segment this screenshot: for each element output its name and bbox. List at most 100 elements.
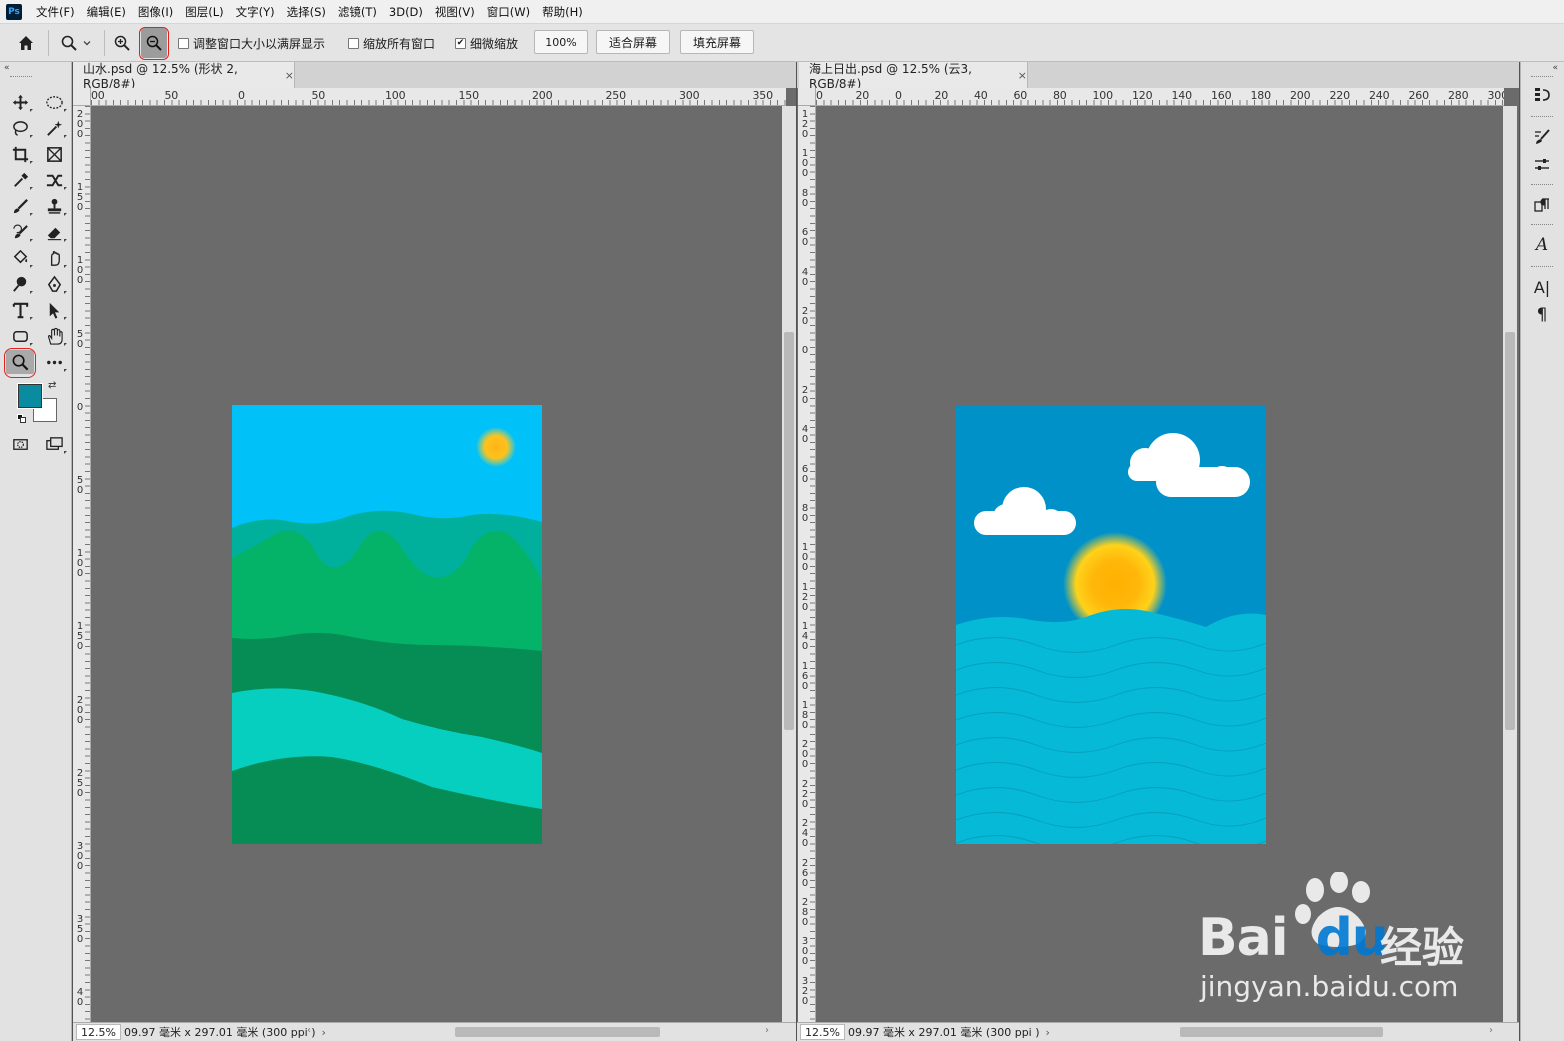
resize-windows-checkbox[interactable]: 调整窗口大小以满屏显示 (178, 24, 325, 62)
history-brush-tool[interactable] (6, 220, 34, 244)
menu-3d[interactable]: 3D(D) (383, 0, 429, 24)
ruler-tick-label: 260 (801, 857, 809, 889)
zoom-level-field[interactable]: 12.5% (800, 1024, 845, 1040)
lasso-tool[interactable] (6, 116, 34, 140)
glyphs-button[interactable]: A (1529, 232, 1555, 258)
horizontal-scrollbar-thumb[interactable] (455, 1027, 660, 1037)
ruler-origin[interactable] (798, 88, 816, 106)
paint-bucket-tool[interactable] (6, 246, 34, 270)
horizontal-ruler: 00 50 0 50 100 150 200 250 300 350 (91, 88, 786, 106)
menu-type[interactable]: 文字(Y) (230, 0, 281, 24)
scrubby-zoom-checkbox[interactable]: ✔ 细微缩放 (455, 24, 518, 62)
canvas-area[interactable] (816, 106, 1503, 1022)
tool-preset-picker[interactable] (60, 24, 92, 62)
menu-window[interactable]: 窗口(W) (481, 0, 536, 24)
zoom-in-button[interactable] (113, 24, 131, 62)
path-selection-tool[interactable] (40, 298, 68, 322)
canvas-area[interactable] (91, 106, 782, 1022)
fit-screen-button[interactable]: 适合屏幕 (596, 30, 670, 54)
ruler-tick-label: 40 (801, 424, 809, 446)
resize-windows-label: 调整窗口大小以满屏显示 (193, 36, 326, 51)
vertical-scrollbar[interactable] (782, 106, 796, 1022)
paragraph-styles-button[interactable] (1529, 192, 1555, 218)
content-aware-move-tool[interactable] (40, 168, 68, 192)
scroll-right-icon[interactable]: › (765, 1025, 769, 1036)
ruler-tick-label: 200 (801, 739, 809, 771)
chevron-right-icon[interactable]: › (1046, 1026, 1050, 1039)
tools-panel: « ⇄ (0, 62, 72, 1041)
scrollbar-thumb[interactable] (784, 332, 794, 730)
ruler-tick-label: 350 (76, 914, 84, 946)
adjustments-button[interactable] (1529, 152, 1555, 178)
menu-edit[interactable]: 编辑(E) (81, 0, 132, 24)
ruler-tick-label: 320 (801, 975, 809, 1007)
ruler-tick-label: 0 (76, 401, 84, 413)
quick-mask-button[interactable] (6, 432, 34, 456)
screen-mode-button[interactable] (40, 432, 68, 456)
close-icon[interactable]: × (1018, 69, 1027, 82)
smudge-tool[interactable] (40, 246, 68, 270)
menu-select[interactable]: 选择(S) (281, 0, 332, 24)
zoom-level-field[interactable]: 12.5% (76, 1024, 121, 1040)
eyedropper-tool[interactable] (6, 168, 34, 192)
ruler-tick-label: 220 (801, 778, 809, 810)
dodge-tool[interactable] (6, 272, 34, 296)
type-tool[interactable] (6, 298, 34, 322)
frame-tool[interactable] (40, 142, 68, 166)
type-icon (12, 302, 28, 318)
history-panel-button[interactable] (1529, 82, 1555, 108)
pen-tool[interactable] (40, 272, 68, 296)
hand-tool[interactable] (40, 324, 68, 348)
status-bar: 12.5% 09.97 毫米 x 297.01 毫米 (300 ppi ) › … (73, 1022, 796, 1041)
checkbox-icon (348, 37, 359, 49)
brush-settings-button[interactable] (1529, 124, 1555, 150)
zoom-100-button[interactable]: 100% (534, 30, 588, 54)
fill-screen-button[interactable]: 填充屏幕 (680, 30, 754, 54)
collapse-arrows-icon[interactable]: « (4, 63, 10, 73)
scrollbar-thumb[interactable] (1505, 332, 1515, 730)
lasso-icon (12, 120, 28, 136)
home-button[interactable] (16, 24, 36, 62)
crop-tool[interactable] (6, 142, 34, 166)
move-tool[interactable] (6, 90, 34, 114)
rounded-rectangle-icon (12, 330, 28, 342)
more-tools-button[interactable] (40, 350, 68, 374)
panel-grip[interactable] (1531, 116, 1553, 118)
panel-grip[interactable] (1531, 224, 1553, 226)
scroll-right-icon[interactable]: › (1489, 1025, 1493, 1036)
options-bar: 调整窗口大小以满屏显示 缩放所有窗口 ✔ 细微缩放 100% 适合屏幕 填充屏幕 (0, 24, 1564, 62)
menu-view[interactable]: 视图(V) (429, 0, 481, 24)
close-icon[interactable]: × (285, 69, 294, 82)
default-colors-icon[interactable] (17, 414, 26, 423)
chevron-right-icon[interactable]: › (322, 1026, 326, 1039)
horizontal-scrollbar-thumb[interactable] (1180, 1027, 1383, 1037)
character-button[interactable]: A| (1529, 274, 1555, 300)
swap-colors-icon[interactable]: ⇄ (48, 380, 56, 391)
brush-tool[interactable] (6, 194, 34, 218)
tab-landscape-psd[interactable]: 山水.psd @ 12.5% (形状 2, RGB/8#) × (73, 62, 295, 91)
panel-grip[interactable] (1531, 266, 1553, 268)
foreground-color-swatch[interactable] (17, 383, 43, 409)
panel-grip[interactable] (10, 76, 32, 78)
menu-layer[interactable]: 图层(L) (179, 0, 229, 24)
magic-wand-tool[interactable] (40, 116, 68, 140)
marquee-tool[interactable] (40, 90, 68, 114)
zoom-all-windows-checkbox[interactable]: 缩放所有窗口 (348, 24, 435, 62)
menu-image[interactable]: 图像(I) (132, 0, 179, 24)
menu-filter[interactable]: 滤镜(T) (332, 0, 383, 24)
clone-stamp-tool[interactable] (40, 194, 68, 218)
panel-grip[interactable] (1531, 76, 1553, 78)
ruler-tick-label: 250 (76, 767, 84, 799)
ruler-tick-label: 150 (76, 182, 84, 214)
scroll-left-icon[interactable]: ‹ (307, 1025, 311, 1036)
paragraph-button[interactable]: ¶ (1529, 302, 1555, 328)
tab-sunrise-psd[interactable]: 海上日出.psd @ 12.5% (云3, RGB/8#) × (799, 62, 1028, 91)
menu-help[interactable]: 帮助(H) (536, 0, 589, 24)
rectangle-tool[interactable] (6, 324, 34, 348)
panel-grip[interactable] (1531, 184, 1553, 186)
collapse-arrows-icon[interactable]: « (1552, 63, 1558, 73)
menu-file[interactable]: 文件(F) (30, 0, 81, 24)
eraser-tool[interactable] (40, 220, 68, 244)
vertical-scrollbar[interactable] (1503, 106, 1517, 1022)
ruler-origin[interactable] (73, 88, 91, 106)
